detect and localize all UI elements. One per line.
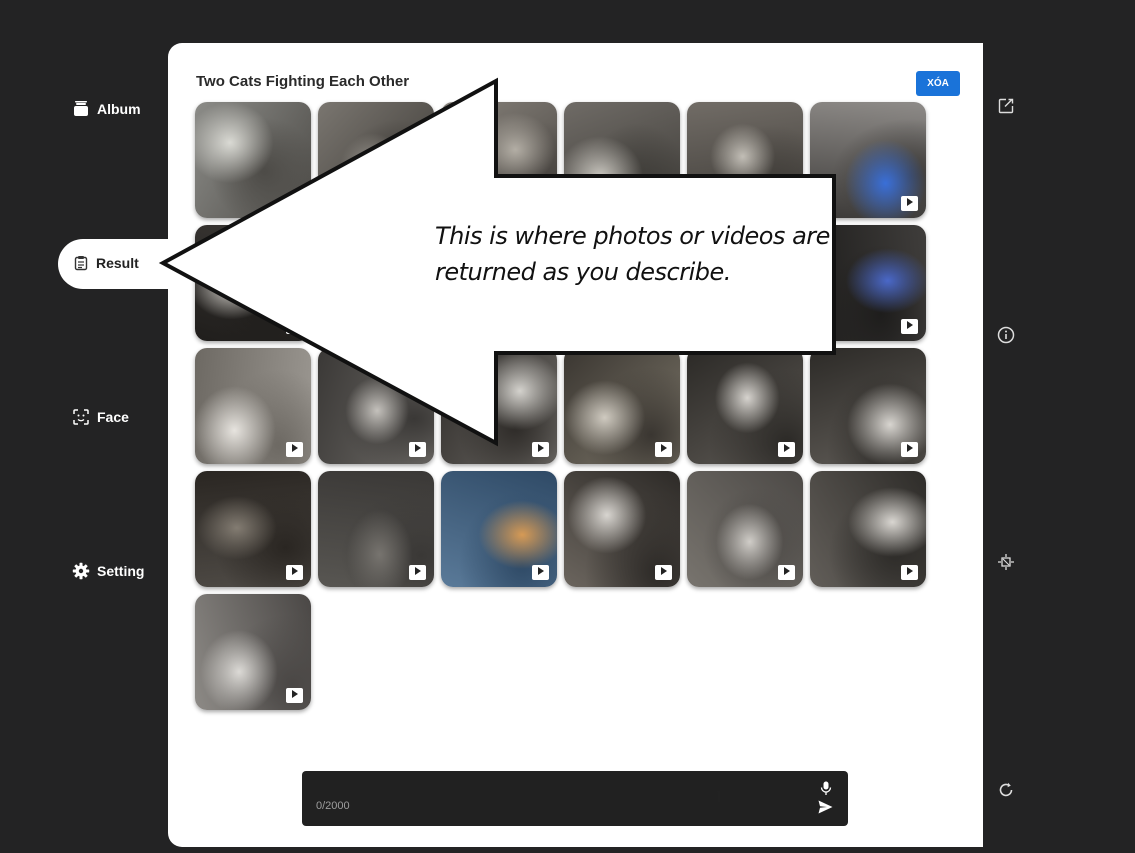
callout-line-1: This is where photos or videos are xyxy=(435,222,830,250)
tutorial-callout-arrow xyxy=(158,77,836,447)
tutorial-callout-text: This is where photos or videos are retur… xyxy=(435,218,835,290)
callout-line-2: returned as you describe. xyxy=(435,258,731,286)
